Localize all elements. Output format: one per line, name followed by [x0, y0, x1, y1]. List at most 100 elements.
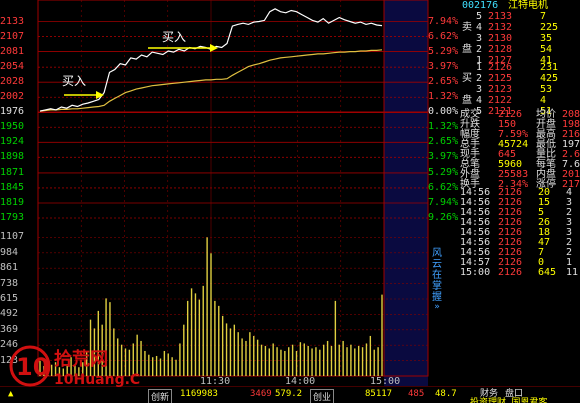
ask-price: 2128 [488, 44, 513, 55]
buy-annotation-2: 买入 [162, 30, 187, 44]
price-tick-label: 1819 [0, 196, 25, 208]
price-tick-label: 1871 [0, 166, 25, 178]
bid-price: 2125 [488, 73, 513, 84]
bid-level: 1 [476, 62, 483, 73]
percent-tick-label: 3.97% [428, 61, 459, 73]
status-tab-more[interactable]: 创业 [310, 389, 335, 403]
price-tick-label: 2107 [0, 30, 25, 42]
percent-tick-label: 6.62% [428, 30, 459, 42]
percent-tick-label: 2.65% [428, 136, 459, 148]
bid-price: 2126 [488, 62, 513, 73]
ask-volume: 225 [540, 22, 559, 33]
status-value-5: 485 [408, 389, 425, 399]
ask-level: 3 [476, 33, 483, 44]
price-tick-label: 2002 [0, 91, 25, 103]
bid-volume: 425 [540, 73, 559, 84]
volume-tick-label: 492 [0, 308, 19, 320]
price-tick-label: 1793 [0, 212, 25, 223]
price-tick-label: 2133 [0, 15, 25, 27]
status-value-4: 85117 [365, 389, 393, 399]
percent-tick-label: 6.62% [428, 181, 459, 193]
volume-tick-label: 738 [0, 277, 19, 289]
buy-arrow-2-head [210, 44, 218, 52]
volume-tick-label: 369 [0, 323, 19, 335]
tick-count: 11 [566, 267, 579, 278]
volume-tick-label: 861 [0, 262, 19, 274]
tick-price: 2126 [498, 267, 523, 278]
status-value-2: 3469 [250, 389, 272, 399]
ask-row: 2 2128 54 盘 [458, 45, 580, 55]
status-volume: 1169983 [180, 389, 218, 399]
percent-tick-label: 0.00% [428, 106, 459, 118]
price-tick-label: 1976 [0, 106, 25, 118]
bid-level: 4 [476, 95, 483, 106]
ask-price: 2130 [488, 33, 513, 44]
percent-tick-label: 2.65% [428, 76, 459, 88]
stock-code: 002176 [462, 0, 499, 11]
percent-tick-label: 1.32% [428, 121, 459, 133]
quote-panel: 002176 江特电机 5 2133 7 4 2132 225 卖 3 2130 35 2 2128 5… [458, 0, 580, 403]
ask-price: 2132 [488, 22, 513, 33]
chart-frame [37, 0, 429, 377]
buy-label: 盘 [462, 95, 472, 106]
bid-price: 2123 [488, 84, 513, 95]
bid-row: 3 2123 53 [458, 85, 580, 95]
tick-time: 15:00 [460, 267, 491, 278]
volume-tick-label: 615 [0, 293, 19, 304]
bid-row: 4 2122 4 盘 [458, 96, 580, 106]
ask-level: 4 [476, 22, 483, 33]
price-tick-label: 2028 [0, 76, 25, 88]
bid-volume: 53 [540, 84, 553, 95]
status-value-3: 579.2 [275, 389, 303, 399]
price-tick-label: 2054 [0, 61, 25, 73]
percent-tick-label: 9.26% [428, 212, 459, 223]
trading-window: 2133 2107 2081 2054 2028 2002 1976 1950 1924 1898… [0, 0, 580, 403]
buy-annotation-1: 买入 [62, 74, 87, 88]
percent-tick-label: 5.29% [428, 45, 459, 57]
status-ticker-right: 投资理财 国恩君客 [470, 398, 548, 403]
bid-level: 3 [476, 84, 483, 95]
svg-text:10Huang.CN: 10Huang.CN [54, 372, 140, 388]
price-tick-label: 2081 [0, 45, 25, 57]
ask-price: 2133 [488, 11, 513, 22]
ask-volume: 35 [540, 33, 553, 44]
percent-tick-label: 5.29% [428, 166, 459, 178]
price-tick-label: 1950 [0, 121, 25, 133]
percent-tick-label: 7.94% [428, 15, 459, 27]
sell-label: 卖 [462, 22, 472, 33]
double-chevron-icon[interactable]: » [431, 302, 443, 312]
ask-row: 5 2133 7 [458, 12, 580, 22]
bid-price: 2122 [488, 95, 513, 106]
volume-tick-label: 984 [0, 246, 19, 258]
bid-level: 2 [476, 73, 483, 84]
percent-tick-label: 3.97% [428, 151, 459, 163]
ask-volume: 7 [540, 11, 547, 22]
bid-volume: 231 [540, 62, 559, 73]
price-tick-label: 1924 [0, 136, 25, 148]
side-tab-label[interactable]: 风云在掌握 [430, 248, 444, 303]
price-tick-label: 1845 [0, 181, 25, 193]
stock-name: 江特电机 [508, 0, 548, 11]
status-value-6: 48.7 [435, 389, 457, 399]
ask-row: 4 2132 225 卖 [458, 23, 580, 33]
status-tab-new[interactable]: 创新 [148, 389, 173, 403]
ask-level: 2 [476, 44, 483, 55]
ask-level: 5 [476, 11, 483, 22]
bid-volume: 4 [540, 95, 547, 106]
watermark-logo: 10 拾荒网 10Huang.CN [8, 342, 152, 390]
percent-tick-label: 1.32% [428, 91, 459, 103]
sell-label: 盘 [462, 44, 472, 55]
buy-label: 买 [462, 73, 472, 84]
status-tab-cap[interactable]: ▲ [8, 389, 13, 399]
svg-text:拾荒网: 拾荒网 [54, 348, 108, 370]
chart-right-strip [384, 0, 428, 386]
bid-row: 1 2126 231 [458, 63, 580, 73]
ask-volume: 54 [540, 44, 553, 55]
tick-volume: 645 [538, 267, 557, 278]
tick-row: 15:00 2126 645 11 [458, 268, 580, 278]
svg-text:10: 10 [16, 353, 49, 381]
ask-row: 3 2130 35 [458, 34, 580, 44]
price-tick-label: 1898 [0, 151, 25, 163]
volume-tick-label: 1107 [0, 231, 25, 243]
bid-row: 2 2125 425 买 [458, 74, 580, 84]
